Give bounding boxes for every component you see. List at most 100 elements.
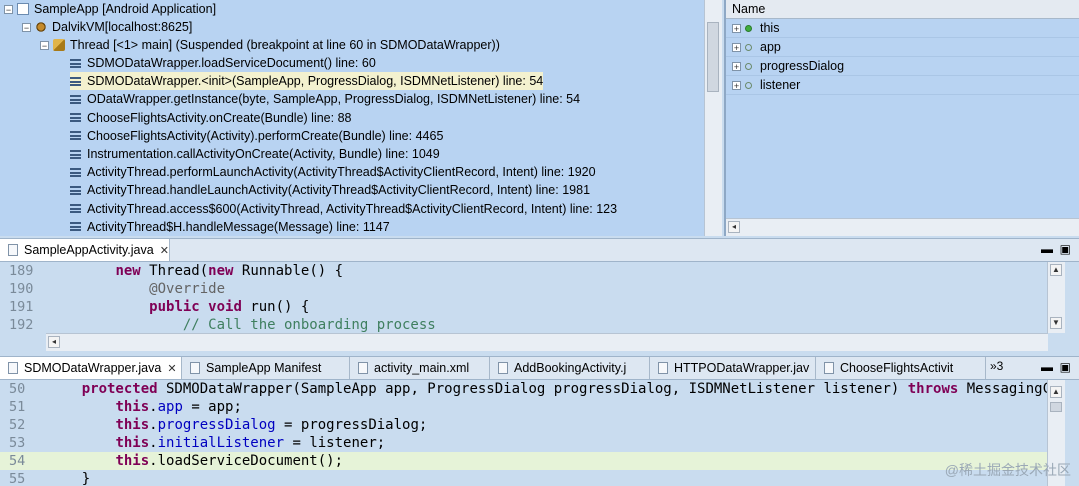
vm-node[interactable]: − DalvikVM[localhost:8625] <box>22 18 192 36</box>
scroll-thumb[interactable] <box>707 22 719 92</box>
name-column-header[interactable]: Name <box>726 0 1079 19</box>
maximize-icon[interactable]: ▣ <box>1060 242 1071 256</box>
variable-row[interactable]: + listener <box>726 76 1079 95</box>
code-token: new <box>115 263 141 279</box>
stack-frame[interactable]: ActivityThread.access$600(ActivityThread… <box>70 200 617 218</box>
stack-frame-label: ActivityThread.access$600(ActivityThread… <box>87 201 618 216</box>
code-token: this <box>115 417 150 433</box>
debug-target-icon <box>35 21 47 33</box>
close-icon[interactable]: ✕ <box>167 363 176 375</box>
stack-frame[interactable]: SDMODataWrapper.<init>(SampleApp, Progre… <box>70 72 544 91</box>
scroll-up-icon[interactable]: ▲ <box>1050 386 1062 398</box>
code-text: new Thread(new Runnable() { <box>48 262 343 280</box>
stack-frame[interactable]: SDMODataWrapper.loadServiceDocument() li… <box>70 54 376 72</box>
field-icon <box>745 62 752 70</box>
file-icon <box>498 362 508 374</box>
code-text: @Override <box>48 280 225 298</box>
file-icon <box>824 362 834 374</box>
maximize-icon[interactable]: ▣ <box>1060 360 1071 374</box>
editor-tab[interactable]: AddBookingActivity.j <box>490 357 650 379</box>
stack-frame[interactable]: ChooseFlightsActivity(Activity).performC… <box>70 127 443 145</box>
editor-tab[interactable]: ChooseFlightsActivit <box>816 357 986 379</box>
scroll-left-icon[interactable]: ◂ <box>48 336 60 348</box>
editor-tab[interactable]: activity_main.xml <box>350 357 490 379</box>
variable-row[interactable]: + this <box>726 19 1079 38</box>
code-line[interactable]: 50 protected SDMODataWrapper(SampleApp a… <box>0 380 1048 398</box>
expand-icon[interactable]: + <box>732 23 741 33</box>
minimize-icon[interactable]: ▬ <box>1041 242 1053 256</box>
code-token: this <box>115 435 150 451</box>
code-token: this <box>115 453 150 469</box>
variable-row[interactable]: + app <box>726 38 1079 57</box>
code-line[interactable]: 53 this.initialListener = listener; <box>0 434 1048 452</box>
scroll-down-icon[interactable]: ▼ <box>1050 317 1062 329</box>
code-text: this.progressDialog = progressDialog; <box>48 416 427 434</box>
code-text: protected SDMODataWrapper(SampleApp app,… <box>48 380 1048 398</box>
code-line[interactable]: 192 // Call the onboarding process <box>0 316 1048 333</box>
code-token: . <box>149 417 158 433</box>
collapse-icon[interactable]: − <box>4 4 13 14</box>
variables-horizontal-scrollbar[interactable]: ◂ <box>726 218 1079 236</box>
expand-icon[interactable]: + <box>732 42 741 52</box>
variable-row[interactable]: + progressDialog <box>726 57 1079 76</box>
code-line[interactable]: 55 } <box>0 470 1048 486</box>
code-token: progressDialog <box>157 417 276 433</box>
code-line[interactable]: 189 new Thread(new Runnable() { <box>0 262 1048 280</box>
line-number: 190 <box>9 281 34 297</box>
stack-frame-label: SDMODataWrapper.<init>(SampleApp, Progre… <box>87 74 544 89</box>
variable-name: this <box>760 21 780 35</box>
stack-frame-label: ActivityThread.performLaunchActivity(Act… <box>87 165 596 180</box>
editor1-code[interactable]: 189 new Thread(new Runnable() {190 @Over… <box>0 262 1048 333</box>
stack-frame-icon <box>70 204 81 214</box>
editor1-horizontal-scrollbar[interactable]: ◂ <box>46 333 1048 351</box>
stack-frame[interactable]: ODataWrapper.getInstance(byte, SampleApp… <box>70 90 580 108</box>
editor-tab[interactable]: HTTPODataWrapper.jav <box>650 357 816 379</box>
code-line[interactable]: 52 this.progressDialog = progressDialog; <box>0 416 1048 434</box>
code-line[interactable]: 51 this.app = app; <box>0 398 1048 416</box>
debug-vertical-scrollbar[interactable] <box>704 0 722 236</box>
tab-label: activity_main.xml <box>374 361 470 375</box>
thread-node[interactable]: − Thread [<1> main] (Suspended (breakpoi… <box>40 36 500 54</box>
stack-frame[interactable]: ActivityThread$H.handleMessage(Message) … <box>70 218 390 236</box>
launch-node[interactable]: − SampleApp [Android Application] <box>4 0 216 18</box>
code-token: initialListener <box>157 435 285 451</box>
stack-frame-label: Instrumentation.callActivityOnCreate(Act… <box>87 147 440 161</box>
code-token: Runnable() { <box>233 263 344 279</box>
code-token: = listener; <box>284 435 386 451</box>
line-number: 51 <box>9 399 26 415</box>
collapse-icon[interactable]: − <box>22 22 31 32</box>
stack-frame[interactable]: ActivityThread.handleLaunchActivity(Acti… <box>70 181 590 199</box>
scroll-up-icon[interactable]: ▲ <box>1050 264 1062 276</box>
expand-icon[interactable]: + <box>732 80 741 90</box>
tab-label: SampleAppActivity.java <box>24 243 154 257</box>
stack-frame-label: ChooseFlightsActivity.onCreate(Bundle) l… <box>87 110 352 125</box>
code-line[interactable]: 191 public void run() { <box>0 298 1048 316</box>
tab-sampleappactivity[interactable]: SampleAppActivity.java ✕ <box>0 239 170 261</box>
expand-icon[interactable]: + <box>732 61 741 71</box>
scroll-left-icon[interactable]: ◂ <box>728 221 740 233</box>
file-icon <box>8 362 18 374</box>
collapse-icon[interactable]: − <box>40 40 49 50</box>
code-token: @Override <box>149 281 226 297</box>
variables-view: Name + this + app + progressDialog + listener ◂ <box>724 0 1079 236</box>
editor2-code[interactable]: 50 protected SDMODataWrapper(SampleApp a… <box>0 380 1048 486</box>
editor1-vertical-scrollbar[interactable]: ▲ ▼ <box>1047 262 1065 333</box>
stack-frame[interactable]: ActivityThread.performLaunchActivity(Act… <box>70 163 596 181</box>
stack-frame[interactable]: ChooseFlightsActivity.onCreate(Bundle) l… <box>70 109 351 127</box>
code-line[interactable]: 54 this.loadServiceDocument(); <box>0 452 1048 470</box>
code-line[interactable]: 190 @Override <box>0 280 1048 298</box>
stack-frame-icon <box>70 94 81 104</box>
editor-tab[interactable]: SDMODataWrapper.java ✕ <box>0 357 182 379</box>
scroll-thumb[interactable] <box>1050 402 1062 412</box>
stack-frame-label: ChooseFlightsActivity(Activity).performC… <box>87 128 444 143</box>
code-token: SDMODataWrapper(SampleApp app, ProgressD… <box>157 381 908 397</box>
variable-name: listener <box>760 78 801 92</box>
editor-tab[interactable]: SampleApp Manifest <box>182 357 350 379</box>
stack-frame[interactable]: Instrumentation.callActivityOnCreate(Act… <box>70 145 440 163</box>
line-number: 192 <box>9 317 34 333</box>
more-tabs-button[interactable]: »3 <box>990 359 1003 373</box>
stack-frame-label: ODataWrapper.getInstance(byte, SampleApp… <box>87 92 581 107</box>
minimize-icon[interactable]: ▬ <box>1041 360 1053 374</box>
close-icon[interactable]: ✕ <box>160 245 169 257</box>
